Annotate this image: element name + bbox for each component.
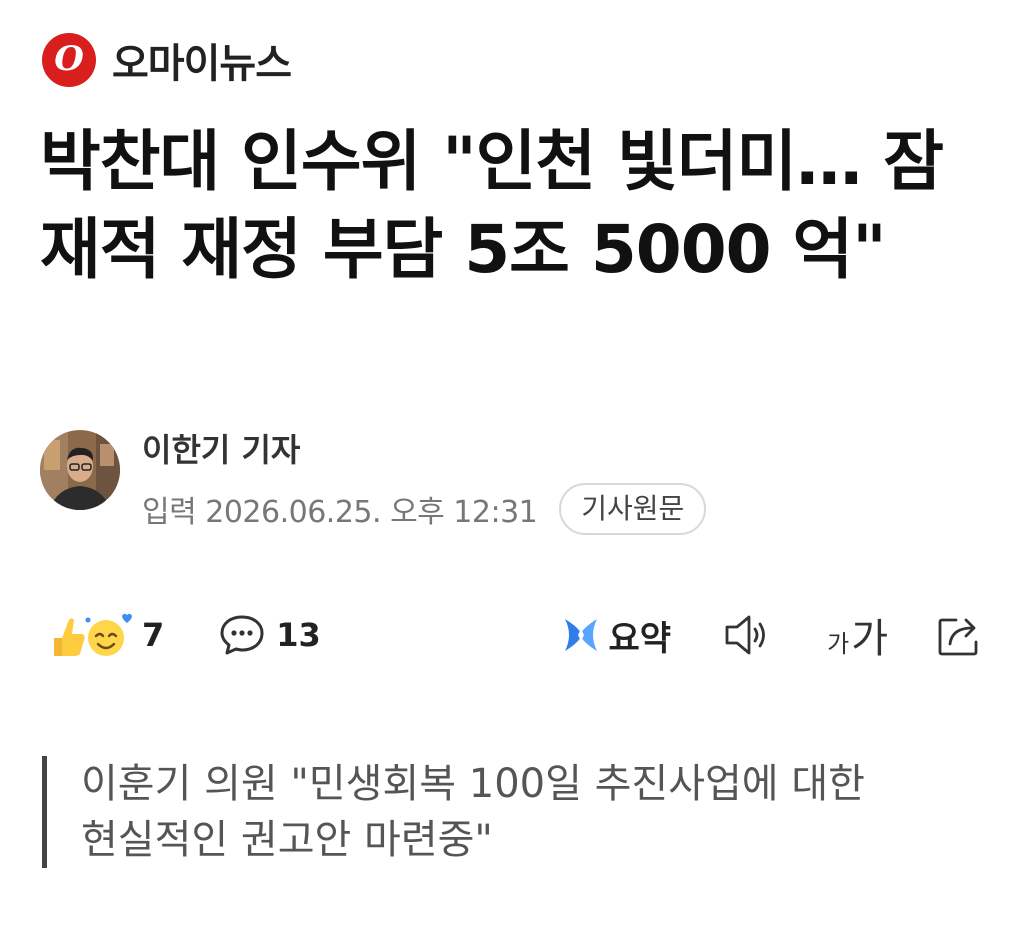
article-headline: 박찬대 인수위 "인천 빛더미… 잠재적 재정 부담 5조 5000 억" — [40, 123, 944, 288]
font-size-button[interactable]: 가가 — [827, 606, 888, 664]
publisher-header[interactable]: O 오마이뉴스 — [42, 32, 292, 88]
reporter-avatar[interactable] — [40, 430, 120, 510]
byline: 이한기 기자 입력 2026.06.25. 오후 12:31 기사원문 — [40, 426, 707, 536]
publish-date: 입력 2026.06.25. 오후 12:31 — [142, 495, 538, 530]
comment-button[interactable]: 13 — [218, 611, 321, 659]
publisher-logo: O — [42, 33, 96, 87]
subtitle-line: 현실적인 권고안 마련중" — [81, 817, 493, 863]
share-button[interactable] — [936, 612, 984, 658]
reaction-button[interactable]: 7 — [44, 608, 164, 662]
comment-count: 13 — [276, 616, 321, 654]
comment-bubble-icon — [220, 615, 264, 655]
summary-button[interactable]: 요약 — [561, 611, 672, 660]
article-action-bar: 7 13 요약 가가 — [40, 600, 984, 670]
font-size-small-glyph: 가 — [827, 630, 850, 658]
speaker-icon — [725, 615, 765, 655]
subtitle-line: 이훈기 의원 "민생회복 100일 추진사업에 대한 — [81, 761, 865, 807]
share-icon — [938, 618, 978, 656]
ai-summary-icon — [564, 619, 597, 651]
reaction-emoji-icon — [54, 613, 132, 656]
summary-label: 요약 — [608, 618, 672, 659]
text-to-speech-button[interactable] — [723, 613, 771, 657]
publisher-name: 오마이뉴스 — [112, 41, 292, 87]
font-size-icon: 가가 — [827, 606, 888, 664]
article-subtitle: 이훈기 의원 "민생회복 100일 추진사업에 대한 현실적인 권고안 마련중" — [42, 756, 961, 868]
original-article-button[interactable]: 기사원문 — [559, 483, 707, 535]
font-size-large-glyph: 가 — [851, 616, 888, 662]
reporter-photo-icon — [40, 430, 120, 510]
reaction-count: 7 — [142, 616, 165, 654]
reporter-name[interactable]: 이한기 기자 — [142, 428, 706, 472]
